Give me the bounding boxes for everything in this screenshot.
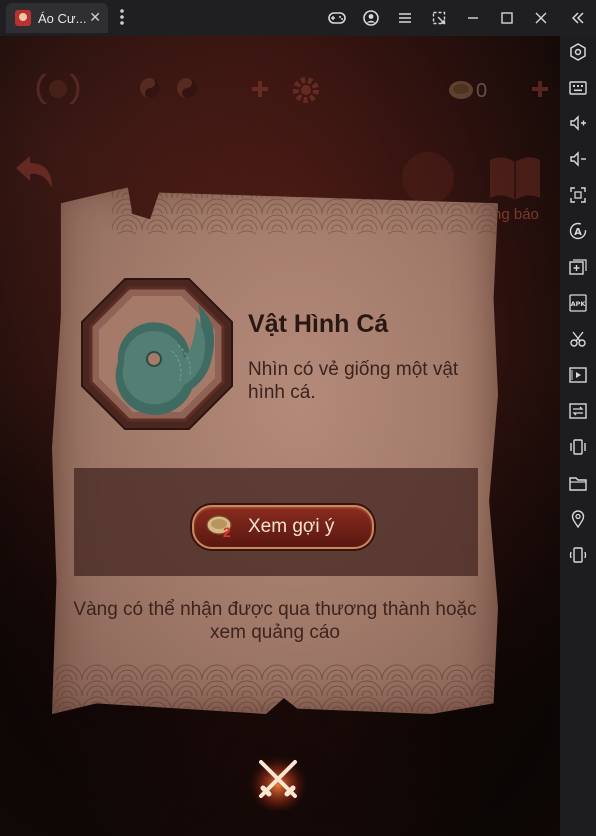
item-description: Nhìn có vẻ giống một vật hình cá. <box>248 359 459 403</box>
app-icon <box>15 10 31 26</box>
collapse-icon[interactable] <box>567 7 589 29</box>
svg-text:APK: APK <box>571 300 587 308</box>
volume-up-icon[interactable] <box>567 112 589 134</box>
minimize-icon[interactable] <box>462 7 484 29</box>
media-icon[interactable] <box>567 364 589 386</box>
cut-icon[interactable] <box>567 328 589 350</box>
hint-button-label: Xem gợi ý <box>248 516 335 537</box>
shake-icon[interactable] <box>567 436 589 458</box>
auto-icon[interactable]: A <box>567 220 589 242</box>
menu-icon[interactable] <box>394 7 416 29</box>
window-title-bar: Áo Cư... ✕ <box>0 0 596 36</box>
wave-pattern-bottom <box>52 664 498 714</box>
volume-down-icon[interactable] <box>567 148 589 170</box>
back-arrow-icon[interactable] <box>12 154 58 199</box>
emulator-sidebar: A APK <box>560 36 596 836</box>
tab-close-icon[interactable]: ✕ <box>89 9 101 26</box>
resize-icon[interactable] <box>428 7 450 29</box>
close-dialog-button[interactable] <box>247 748 309 810</box>
hint-cost: 2 <box>223 524 231 540</box>
gold-info-text: Vàng có thể nhận được qua thương thành h… <box>73 599 477 643</box>
view-hint-button[interactable]: 2 Xem gợi ý <box>192 505 374 549</box>
add-coin-icon[interactable] <box>529 78 551 105</box>
gear-icon[interactable] <box>290 74 322 111</box>
svg-text:A: A <box>574 227 582 238</box>
item-detail-card: Vật Hình Cá Nhìn có vẻ giống một vật hìn… <box>52 187 498 714</box>
yin-yang-icon <box>175 76 199 105</box>
yin-yang-icon <box>138 76 162 105</box>
keyboard-icon[interactable] <box>567 77 589 99</box>
book-icon[interactable] <box>486 152 544 209</box>
maximize-icon[interactable] <box>496 7 518 29</box>
plus-icon[interactable] <box>249 78 271 105</box>
location-icon[interactable] <box>567 508 589 530</box>
coin-icon <box>447 78 475 107</box>
add-instance-icon[interactable] <box>567 256 589 278</box>
app-tab[interactable]: Áo Cư... ✕ <box>6 3 108 33</box>
rotate-icon[interactable] <box>567 544 589 566</box>
tab-title: Áo Cư... <box>38 10 87 26</box>
apk-icon[interactable]: APK <box>567 292 589 314</box>
more-options-icon[interactable] <box>116 8 128 28</box>
folder-icon[interactable] <box>567 472 589 494</box>
screenshot-icon[interactable] <box>567 184 589 206</box>
settings-icon[interactable] <box>567 41 589 63</box>
account-icon[interactable] <box>360 7 382 29</box>
item-image-frame <box>81 278 233 430</box>
close-icon[interactable] <box>530 7 552 29</box>
item-name: Vật Hình Cá <box>248 310 389 338</box>
notice-label: ng báo <box>493 206 539 223</box>
game-viewport: 0 ng báo Vật Hình Cá Nhìn có vẻ giống mộ… <box>0 36 560 836</box>
gamepad-icon[interactable] <box>326 7 348 29</box>
sync-icon[interactable] <box>567 400 589 422</box>
coin-count: 0 <box>476 80 488 102</box>
